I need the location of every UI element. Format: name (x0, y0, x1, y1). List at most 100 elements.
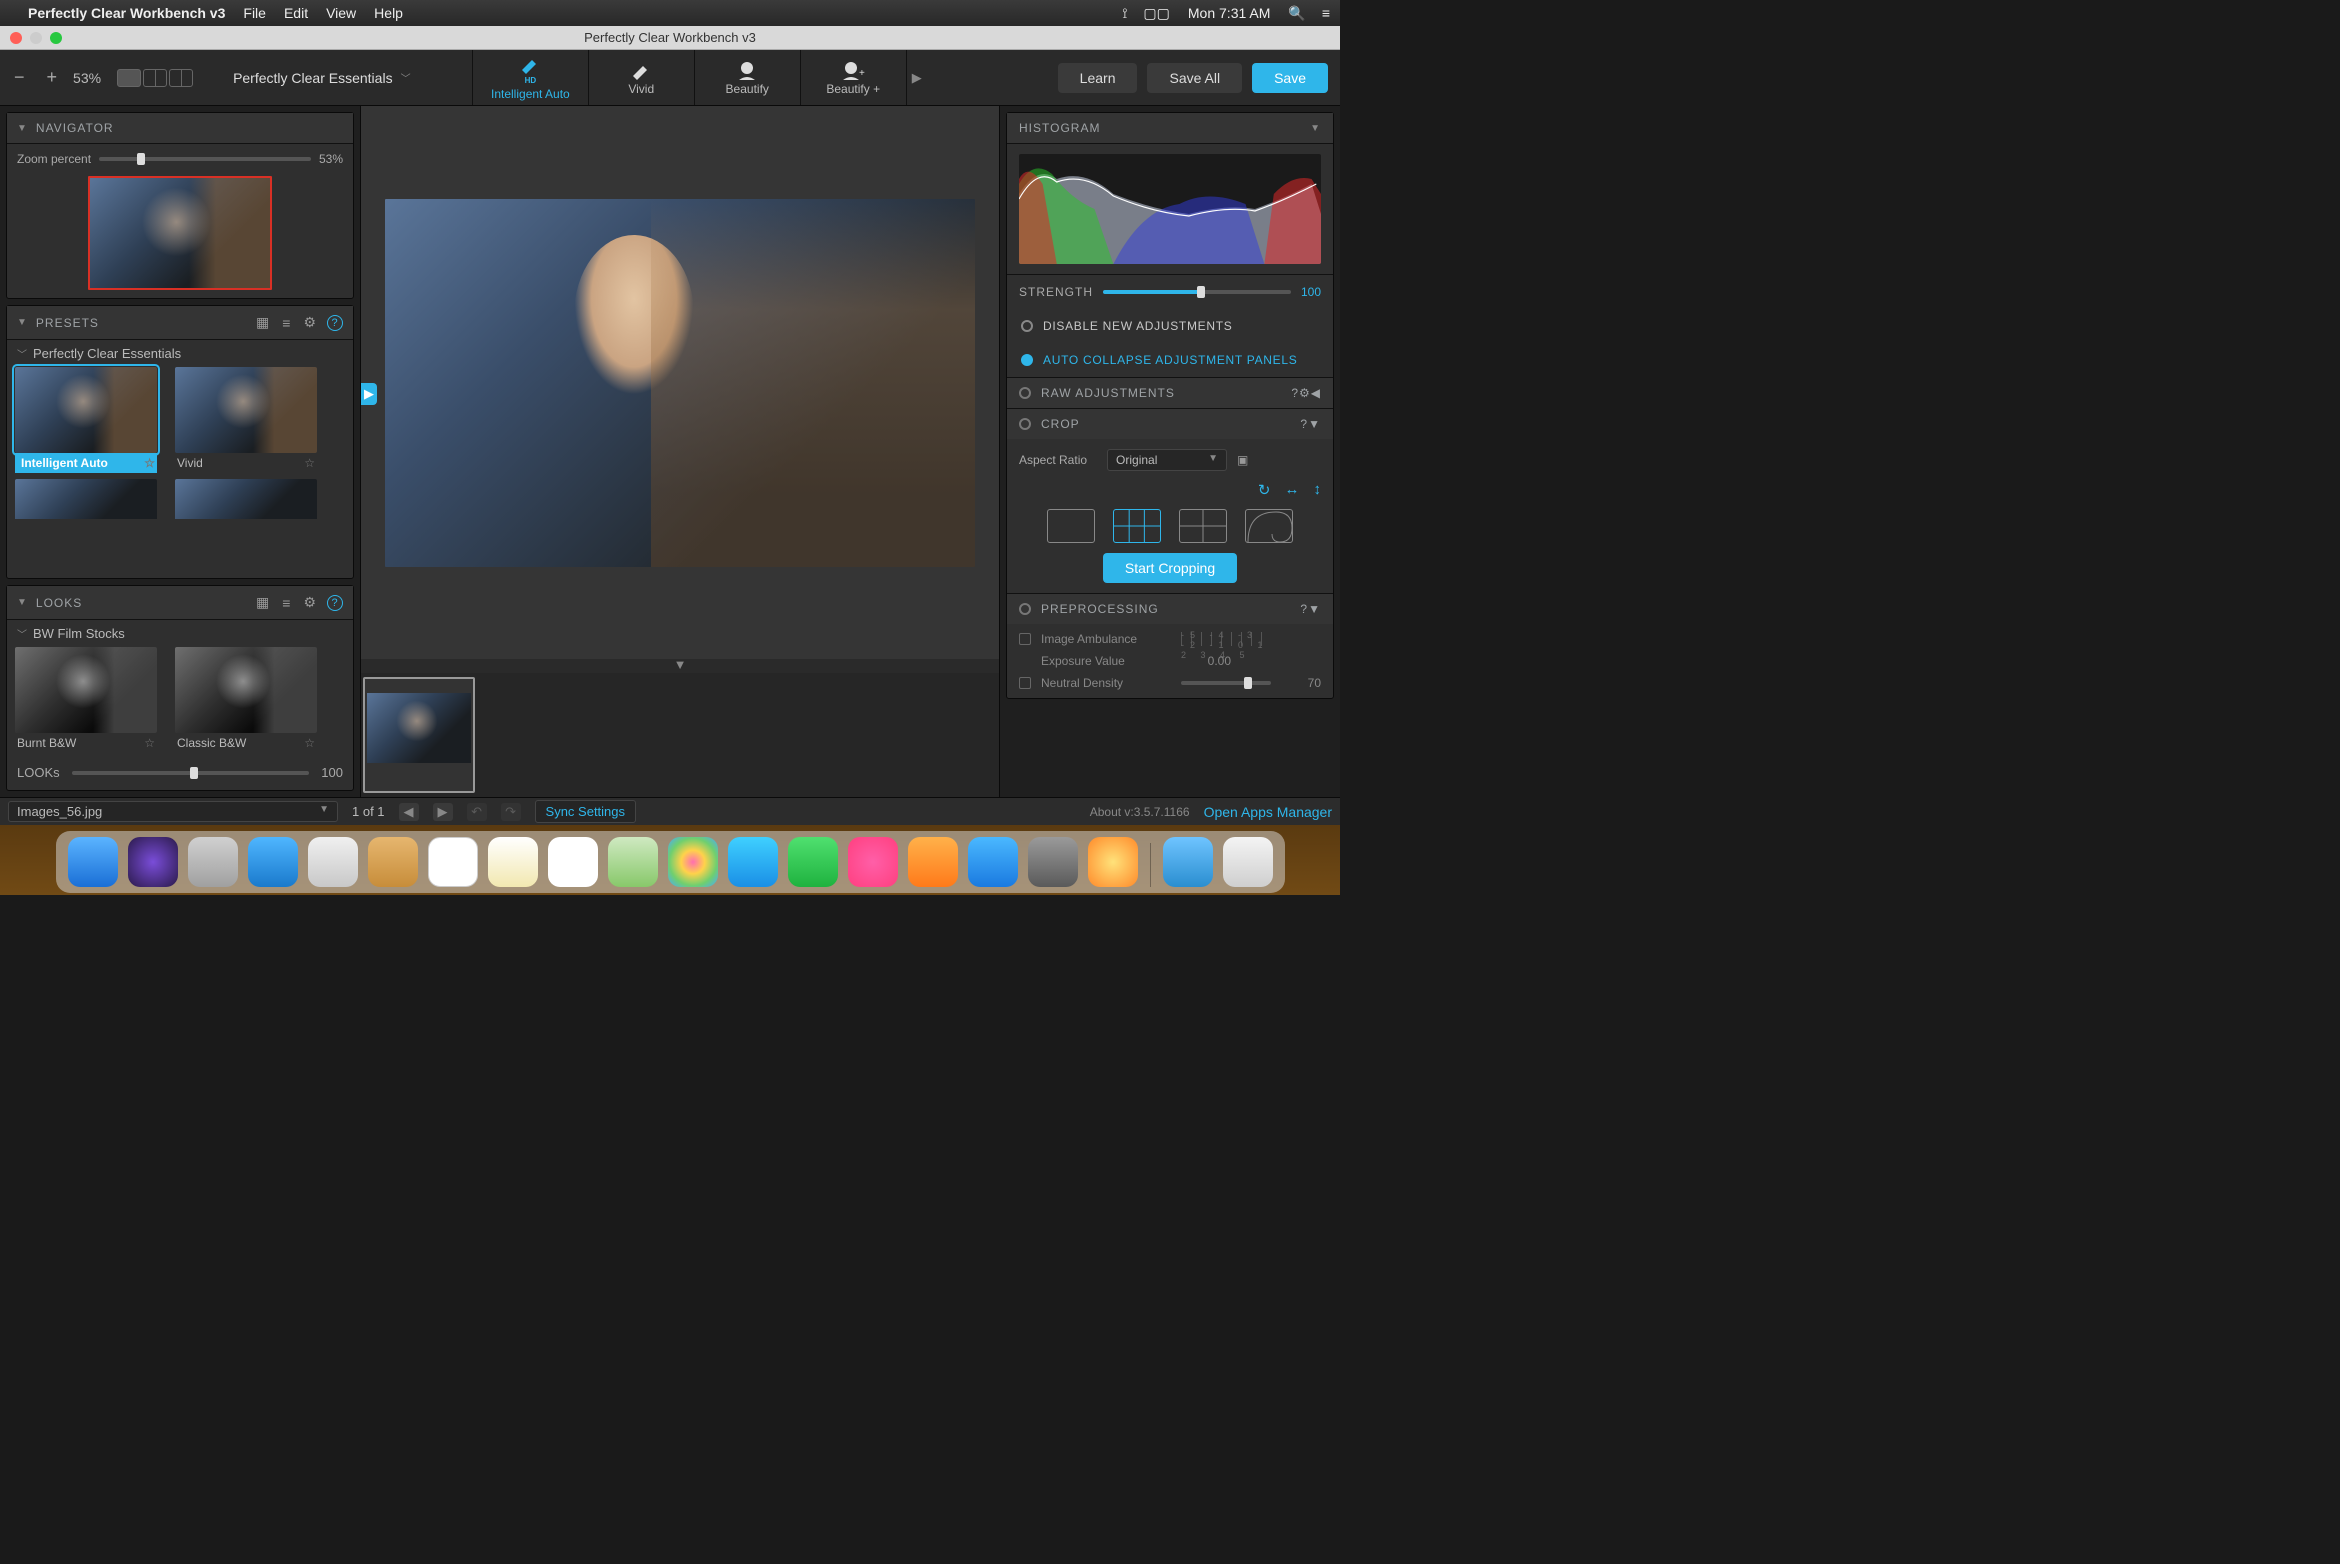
window-close-button[interactable] (10, 32, 22, 44)
collapse-icon[interactable]: ◀ (1311, 386, 1321, 400)
presets-group-header[interactable]: ﹀ Perfectly Clear Essentials (7, 340, 353, 367)
menubar-clock[interactable]: Mon 7:31 AM (1188, 5, 1271, 21)
menubar-app-title[interactable]: Perfectly Clear Workbench v3 (28, 5, 225, 21)
open-apps-manager-link[interactable]: Open Apps Manager (1204, 804, 1332, 820)
checkbox[interactable] (1019, 633, 1031, 645)
view-single-icon[interactable] (117, 69, 141, 87)
dock-ibooks[interactable] (908, 837, 958, 887)
grid-view-icon[interactable]: ▦ (254, 314, 272, 331)
status-icon-displays[interactable]: ▢▢ (1143, 5, 1169, 22)
help-icon[interactable]: ? (327, 315, 343, 331)
neutral-density-slider[interactable] (1181, 681, 1271, 685)
dock-safari[interactable] (248, 837, 298, 887)
help-icon[interactable]: ? (1300, 417, 1308, 431)
main-image-viewer[interactable] (385, 199, 975, 567)
undo-button[interactable]: ↶ (467, 803, 487, 821)
dock-appstore[interactable] (968, 837, 1018, 887)
zoom-out-button[interactable]: − (8, 67, 31, 88)
preset-tabs-next[interactable]: ▶ (907, 50, 927, 105)
favorite-star-icon[interactable]: ☆ (304, 736, 315, 750)
navigator-header[interactable]: ▼ NAVIGATOR (7, 113, 353, 144)
list-view-icon[interactable]: ≡ (280, 315, 293, 331)
dock-pcw[interactable] (1088, 837, 1138, 887)
menu-edit[interactable]: Edit (284, 5, 308, 21)
dock-launchpad[interactable] (188, 837, 238, 887)
filename-dropdown[interactable]: Images_56.jpg▼ (8, 801, 338, 822)
save-all-button[interactable]: Save All (1147, 63, 1242, 93)
auto-collapse-toggle[interactable]: AUTO COLLAPSE ADJUSTMENT PANELS (1007, 343, 1333, 377)
window-minimize-button[interactable] (30, 32, 42, 44)
menu-view[interactable]: View (326, 5, 356, 21)
aspect-ratio-select[interactable]: Original▼ (1107, 449, 1227, 471)
preset-thumbnail[interactable] (175, 479, 317, 519)
checkbox[interactable] (1019, 677, 1031, 689)
histogram-header[interactable]: HISTOGRAM ▼ (1007, 113, 1333, 144)
window-zoom-button[interactable] (50, 32, 62, 44)
dock-contacts[interactable] (368, 837, 418, 887)
gear-icon[interactable]: ⚙ (301, 314, 319, 331)
start-cropping-button[interactable]: Start Cropping (1103, 553, 1237, 583)
crop-grid-none[interactable] (1047, 509, 1095, 543)
menu-help[interactable]: Help (374, 5, 403, 21)
flip-vertical-icon[interactable]: ↕ (1314, 481, 1322, 499)
crop-grid-center[interactable] (1179, 509, 1227, 543)
disable-new-adjustments-toggle[interactable]: DISABLE NEW ADJUSTMENTS (1007, 309, 1333, 343)
help-icon[interactable]: ? (327, 595, 343, 611)
dock-mail[interactable] (308, 837, 358, 887)
zoom-in-button[interactable]: + (41, 67, 64, 88)
dock-downloads[interactable] (1163, 837, 1213, 887)
spotlight-icon[interactable]: 🔍 (1288, 5, 1305, 22)
save-button[interactable]: Save (1252, 63, 1328, 93)
dock-siri[interactable] (128, 837, 178, 887)
look-item-classic-bw[interactable]: Classic B&W☆ (175, 647, 317, 753)
dock-settings[interactable] (1028, 837, 1078, 887)
view-split-icon[interactable] (143, 69, 167, 87)
preset-tab-vivid[interactable]: Vivid (589, 50, 695, 105)
favorite-star-icon[interactable]: ☆ (144, 736, 155, 750)
dock-calendar[interactable] (428, 837, 478, 887)
dock-maps[interactable] (608, 837, 658, 887)
gear-icon[interactable]: ⚙ (1299, 386, 1311, 400)
rotate-icon[interactable]: ↻ (1258, 481, 1271, 499)
raw-adjustments-header[interactable]: RAW ADJUSTMENTS ?⚙◀ (1007, 377, 1333, 408)
expand-left-handle[interactable]: ▶ (361, 383, 377, 405)
crop-header[interactable]: CROP ?▼ (1007, 408, 1333, 439)
flip-horizontal-icon[interactable]: ↔ (1285, 481, 1300, 499)
view-dual-icon[interactable] (169, 69, 193, 87)
list-view-icon[interactable]: ≡ (280, 595, 293, 611)
help-icon[interactable]: ? (1300, 602, 1308, 616)
about-version-label[interactable]: About v:3.5.7.1166 (1090, 805, 1190, 819)
dock-trash[interactable] (1223, 837, 1273, 887)
menu-file[interactable]: File (243, 5, 266, 21)
preset-item-intelligent-auto[interactable]: Intelligent Auto☆ (15, 367, 157, 473)
preset-tab-beautify[interactable]: Beautify (695, 50, 801, 105)
status-icon-1[interactable]: ⟟ (1122, 5, 1127, 22)
dock-facetime[interactable] (788, 837, 838, 887)
favorite-star-icon[interactable]: ☆ (304, 456, 315, 470)
dock-finder[interactable] (68, 837, 118, 887)
dock-notes[interactable] (488, 837, 538, 887)
look-item-burnt-bw[interactable]: Burnt B&W☆ (15, 647, 157, 753)
dock-photos[interactable] (668, 837, 718, 887)
filmstrip-item[interactable] (363, 677, 475, 793)
looks-strength-slider[interactable] (72, 771, 310, 775)
dock-reminders[interactable] (548, 837, 598, 887)
dock-messages[interactable] (728, 837, 778, 887)
filmstrip-collapse-handle[interactable]: ▼ (361, 659, 999, 673)
notification-center-icon[interactable]: ≡ (1322, 5, 1330, 21)
favorite-star-icon[interactable]: ☆ (144, 456, 155, 470)
strength-slider[interactable] (1103, 290, 1291, 294)
preset-tab-beautify-plus[interactable]: + Beautify + (801, 50, 907, 105)
looks-group-header[interactable]: ﹀ BW Film Stocks (7, 620, 353, 647)
preset-tab-intelligent-auto[interactable]: HD Intelligent Auto (473, 50, 589, 105)
preset-item-vivid[interactable]: Vivid☆ (175, 367, 317, 473)
learn-button[interactable]: Learn (1058, 63, 1138, 93)
gear-icon[interactable]: ⚙ (301, 594, 319, 611)
crop-grid-golden[interactable] (1245, 509, 1293, 543)
redo-button[interactable]: ↷ (501, 803, 521, 821)
navigator-thumbnail[interactable] (88, 176, 272, 290)
prev-image-button[interactable]: ◀ (399, 803, 419, 821)
dock-itunes[interactable] (848, 837, 898, 887)
looks-header[interactable]: ▼ LOOKS ▦ ≡ ⚙ ? (7, 586, 353, 620)
preset-thumbnail[interactable] (15, 479, 157, 519)
